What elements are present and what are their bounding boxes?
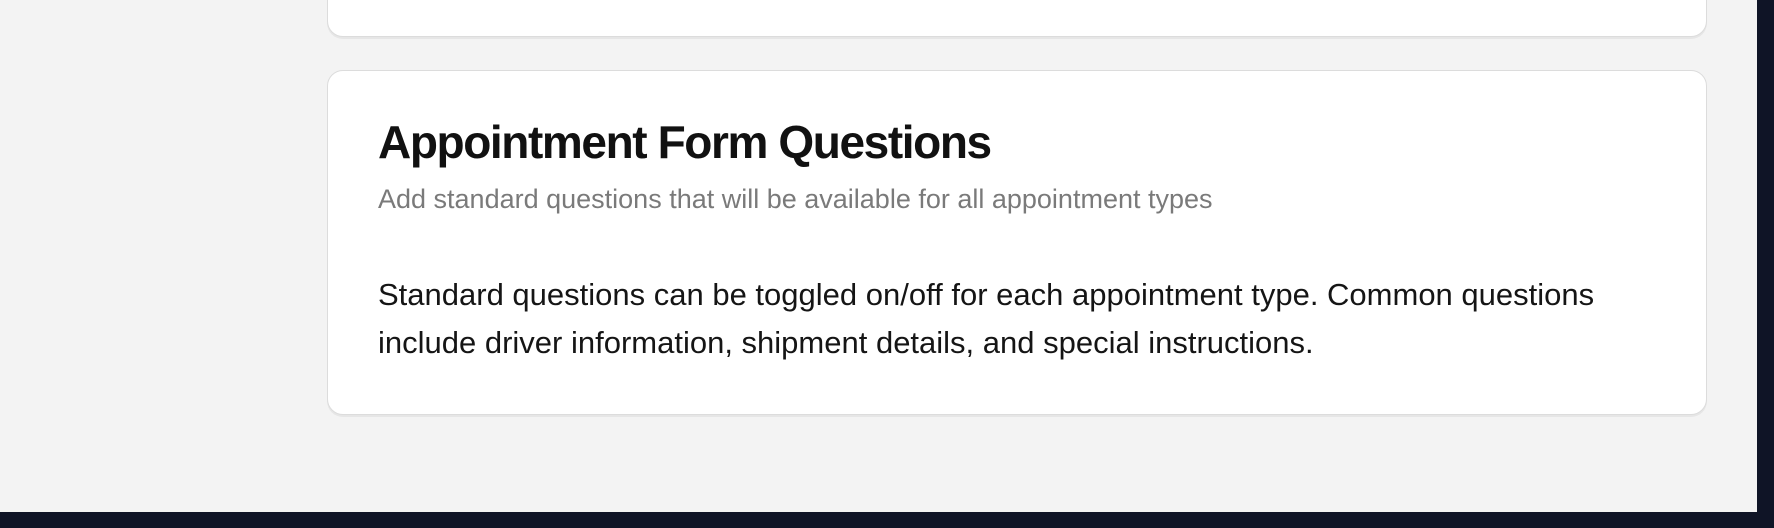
appointment-form-questions-card: Appointment Form Questions Add standard … bbox=[327, 70, 1707, 415]
section-subtitle: Add standard questions that will be avai… bbox=[378, 184, 1213, 214]
section-description: Standard questions can be toggled on/off… bbox=[378, 277, 1595, 360]
page-content-area: Appointment Form Questions Add standard … bbox=[0, 0, 1757, 512]
section-title: Appointment Form Questions bbox=[378, 116, 992, 168]
previous-settings-card bbox=[327, 0, 1707, 37]
